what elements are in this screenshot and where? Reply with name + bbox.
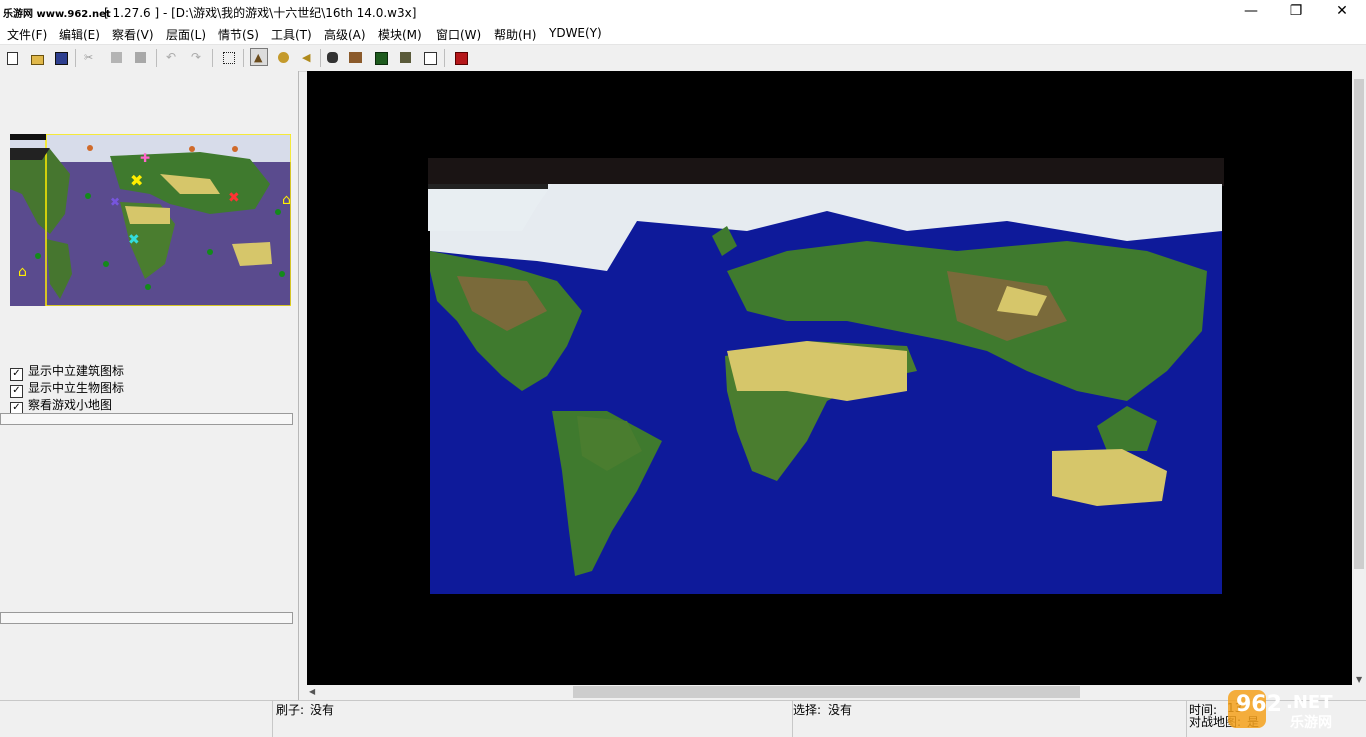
toolbar-separator: [212, 49, 213, 67]
menu-file[interactable]: 文件(F): [7, 26, 47, 43]
window-title: [ 1.27.6 ] - [D:\游戏\我的游戏\十六世纪\16th 14.0.…: [104, 6, 417, 20]
import-manager-button[interactable]: [396, 48, 414, 66]
selection-label: 选择:: [793, 703, 822, 717]
world-map: [307, 71, 1352, 685]
menu-window[interactable]: 窗口(W): [436, 26, 481, 43]
toolbar-separator: [75, 49, 76, 67]
svg-text:✖: ✖: [110, 195, 120, 209]
unit-editor-icon: [278, 52, 289, 63]
copy-icon: [111, 52, 122, 63]
paste-icon: [135, 52, 146, 63]
copy-button[interactable]: [107, 48, 125, 66]
sound-editor-button[interactable]: ◀: [298, 48, 316, 66]
save-button[interactable]: [51, 48, 69, 66]
select-region-icon: [223, 52, 235, 64]
minimize-icon: —: [1244, 3, 1258, 19]
paste-button[interactable]: [131, 48, 149, 66]
svg-text:✖: ✖: [228, 190, 240, 206]
ai-editor-button[interactable]: [371, 48, 389, 66]
undo-icon: ↶: [166, 50, 177, 64]
panel-divider[interactable]: [0, 612, 293, 624]
watermark-subtitle: 乐游网: [1290, 715, 1332, 731]
menu-help[interactable]: 帮助(H): [494, 26, 536, 43]
new-file-button[interactable]: [3, 48, 21, 66]
toolbar-separator: [156, 49, 157, 67]
new-file-icon: [7, 52, 18, 65]
brush-value: 没有: [310, 703, 335, 717]
svg-text:✚: ✚: [140, 151, 150, 165]
status-selection: 选择: 没有: [792, 701, 1186, 737]
checkbox-label: 显示中立建筑图标: [28, 364, 125, 378]
campaign-editor-icon: [349, 52, 362, 63]
watermark-number: 962: [1236, 692, 1282, 717]
save-icon: [55, 52, 68, 65]
cut-button[interactable]: ✂: [81, 48, 99, 66]
test-map-button[interactable]: [451, 48, 469, 66]
maximize-icon: ❐: [1289, 3, 1303, 19]
svg-text:⌂: ⌂: [282, 192, 291, 208]
menu-module[interactable]: 模块(M): [378, 26, 422, 43]
object-editor-button[interactable]: [323, 48, 341, 66]
maximize-button[interactable]: ❐: [1273, 0, 1319, 24]
terrain-editor-icon: ▲: [254, 51, 263, 64]
cut-icon: ✂: [84, 51, 94, 64]
menu-ydwe[interactable]: YDWE(Y): [549, 26, 602, 40]
object-editor-icon: [327, 52, 338, 63]
site-logo: 乐游网 www.962.net: [3, 9, 111, 20]
minimap[interactable]: ✖ ✚ ✖ ✖ ✖ ⌂ ⌂: [10, 134, 291, 306]
svg-text:✖: ✖: [128, 232, 140, 248]
toolbar-separator: [243, 49, 244, 67]
brush-label: 刷子:: [276, 703, 305, 717]
vertical-scroll-thumb[interactable]: [1354, 79, 1364, 569]
unit-editor-button[interactable]: [274, 48, 292, 66]
sound-editor-icon: ◀: [302, 51, 311, 64]
horizontal-scrollbar[interactable]: ◀: [307, 685, 1352, 699]
checkbox-label: 察看游戏小地图: [28, 398, 113, 412]
checkbox-label: 显示中立生物图标: [28, 381, 125, 395]
terrain-editor-button[interactable]: ▲: [250, 48, 268, 66]
close-icon: ✕: [1336, 3, 1348, 19]
svg-text:✖: ✖: [130, 171, 143, 190]
toolbar-separator: [320, 49, 321, 67]
minimap-image: ✖ ✚ ✖ ✖ ✖ ⌂ ⌂: [10, 134, 291, 306]
open-button[interactable]: [27, 48, 45, 66]
scroll-down-icon[interactable]: ▼: [1356, 675, 1362, 684]
menu-tools[interactable]: 工具(T): [271, 26, 312, 43]
svg-text:⌂: ⌂: [18, 264, 27, 280]
minimize-button[interactable]: —: [1228, 0, 1274, 24]
trigger-editor-icon: [424, 52, 437, 65]
panel-divider[interactable]: [0, 413, 293, 425]
campaign-editor-button[interactable]: [346, 48, 364, 66]
menu-scenario[interactable]: 情节(S): [218, 26, 259, 43]
import-manager-icon: [400, 52, 411, 63]
site-watermark: 962 .NET 乐游网: [1228, 688, 1364, 732]
selection-value: 没有: [828, 703, 853, 717]
status-brush: 刷子: 没有: [272, 701, 792, 737]
scroll-left-icon[interactable]: ◀: [309, 687, 315, 696]
menu-advanced[interactable]: 高级(A): [324, 26, 366, 43]
menu-bar: 文件(F) 编辑(E) 察看(V) 层面(L) 情节(S) 工具(T) 高级(A…: [0, 24, 1366, 45]
test-map-icon: [455, 52, 468, 65]
toolbar: ✂ ↶ ↷ ▲ ◀: [0, 45, 1366, 72]
undo-button[interactable]: ↶: [162, 48, 180, 66]
close-button[interactable]: ✕: [1319, 0, 1365, 24]
left-panel: ✖ ✚ ✖ ✖ ✖ ⌂ ⌂ ✓ 显示中立建筑图标 ✓ 显示中立生物图标 ✓ 察看游戏小…: [0, 71, 299, 700]
select-region-button[interactable]: [219, 48, 237, 66]
map-viewport[interactable]: [307, 71, 1352, 685]
menu-view[interactable]: 察看(V): [112, 26, 154, 43]
status-bar: 刷子: 没有 选择: 没有 时间: 13 对战地图: 是: [0, 700, 1366, 737]
redo-icon: ↷: [191, 50, 202, 64]
watermark-net: .NET: [1286, 692, 1333, 713]
trigger-editor-button[interactable]: [420, 48, 438, 66]
toolbar-separator: [444, 49, 445, 67]
menu-edit[interactable]: 编辑(E): [59, 26, 100, 43]
menu-layer[interactable]: 层面(L): [166, 26, 206, 43]
ai-editor-icon: [375, 52, 388, 65]
horizontal-scroll-thumb[interactable]: [573, 686, 1080, 698]
open-folder-icon: [31, 55, 44, 65]
vertical-scrollbar[interactable]: ▼: [1352, 71, 1366, 685]
title-bar: 乐游网 www.962.net [ 1.27.6 ] - [D:\游戏\我的游戏…: [0, 0, 1366, 24]
redo-button[interactable]: ↷: [187, 48, 205, 66]
